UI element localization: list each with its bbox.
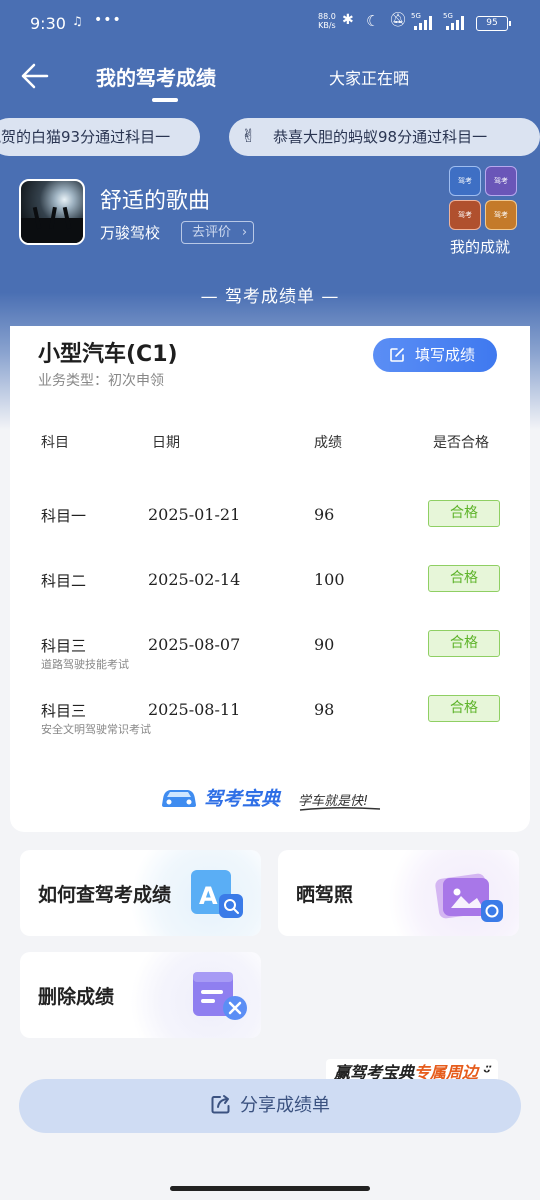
row-date: 2025-02-14 [148, 570, 241, 589]
row-date: 2025-08-11 [148, 700, 241, 719]
pass-badge: 合格 [428, 630, 500, 657]
signal-icon-2 [446, 16, 470, 30]
signal-icon-1 [414, 16, 438, 30]
row-date: 2025-08-07 [148, 635, 241, 654]
search-document-icon: A [191, 870, 243, 918]
active-tab-indicator [152, 98, 178, 102]
car-logo-icon [162, 790, 196, 807]
ticker-item: 祝贺的白猫93分通过科目一 [0, 118, 200, 156]
edit-icon [390, 348, 404, 362]
badge-icon: 驾考 [485, 200, 517, 230]
row-note: 安全文明驾驶常识考试 [41, 723, 151, 736]
share-scores-button[interactable]: 分享成绩单 [19, 1079, 521, 1133]
driving-school-name: 万骏驾校 [100, 224, 161, 242]
bluetooth-icon: ✱ [342, 12, 354, 28]
row-score: 98 [314, 700, 335, 719]
delete-document-icon [193, 972, 247, 1020]
badge-icon: 驾考 [449, 166, 481, 196]
share-icon [211, 1095, 230, 1114]
table-row: 科目三 2025-08-07 90 合格 道路驾驶技能考试 [10, 630, 530, 695]
pass-badge: 合格 [428, 695, 500, 722]
business-type: 业务类型：初次申领 [38, 373, 164, 389]
mute-bell-icon: 🔕︎ [389, 12, 407, 28]
pass-badge: 合格 [428, 500, 500, 527]
header-date: 日期 [152, 435, 180, 451]
header-subject: 科目 [41, 435, 69, 451]
pass-badge: 合格 [428, 565, 500, 592]
row-subject: 科目三 [41, 637, 87, 655]
header-score: 成绩 [314, 435, 342, 451]
tab-my-scores[interactable]: 我的驾考成绩 [96, 62, 216, 91]
achievement-badges[interactable]: 驾考 驾考 驾考 驾考 [449, 166, 519, 230]
nav-header: 我的驾考成绩 大家正在晒 [0, 48, 540, 108]
how-to-check-scores-tile[interactable]: 如何查驾考成绩 A [20, 850, 261, 936]
moon-icon: ☾ [366, 12, 380, 30]
net-speed-unit: KB/s [318, 21, 336, 30]
status-time: 9:30 [30, 14, 66, 33]
battery-icon: 95 [476, 16, 511, 31]
row-subject: 科目一 [41, 507, 87, 525]
badge-icon: 驾考 [485, 166, 517, 196]
notification-icon: ♫ [72, 14, 83, 28]
status-bar: 9:30 ♫ ••• 88.0 KB/s ✱ ☾ 🔕︎ 5G 5G 95 [0, 0, 540, 48]
achievements-label[interactable]: 我的成就 [450, 236, 510, 257]
row-score: 100 [314, 570, 345, 589]
row-subject: 科目三 [41, 702, 87, 720]
tile-label: 晒驾照 [296, 884, 354, 906]
table-row: 科目二 2025-02-14 100 合格 [10, 565, 530, 630]
show-license-tile[interactable]: 晒驾照 [278, 850, 519, 936]
row-score: 96 [314, 505, 335, 524]
net-speed: 88.0 KB/s [318, 12, 336, 30]
review-button-label: 去评价 [192, 225, 232, 240]
score-card: 小型汽车(C1) 业务类型：初次申领 填写成绩 科目 日期 成绩 是否合格 科目… [10, 326, 530, 832]
slogan-underline [299, 806, 381, 811]
row-note: 道路驾驶技能考试 [41, 658, 129, 671]
header-passed: 是否合格 [433, 435, 489, 451]
avatar[interactable] [19, 179, 85, 245]
row-date: 2025-01-21 [148, 505, 241, 524]
home-indicator[interactable] [170, 1186, 370, 1191]
svg-text:A: A [199, 882, 218, 910]
section-title: — 驾考成绩单 — [200, 287, 340, 307]
ticker-item: ✌ 恭喜大胆的蚂蚁98分通过科目一 [229, 118, 540, 156]
badge-icon: 驾考 [449, 200, 481, 230]
back-arrow-icon[interactable] [18, 60, 50, 92]
photo-camera-icon [435, 873, 503, 922]
table-row: 科目一 2025-01-21 96 合格 [10, 500, 530, 565]
share-button-label: 分享成绩单 [240, 1095, 330, 1116]
overflow-dots: ••• [94, 12, 122, 28]
tile-label: 如何查驾考成绩 [38, 884, 172, 906]
brand-name: 驾考宝典 [204, 788, 281, 810]
net-speed-value: 88.0 [318, 12, 336, 21]
tab-everyone-sharing[interactable]: 大家正在晒 [329, 65, 409, 89]
review-button[interactable]: 去评价 › [181, 221, 255, 244]
delete-scores-tile[interactable]: 删除成绩 [20, 952, 261, 1038]
vehicle-type: 小型汽车(C1) [38, 342, 178, 367]
user-name: 舒适的歌曲 [100, 189, 211, 214]
victory-hand-icon: ✌ [241, 126, 257, 147]
table-row: 科目三 2025-08-11 98 合格 安全文明驾驶常识考试 [10, 695, 530, 760]
fill-score-button[interactable]: 填写成绩 [373, 338, 497, 372]
ticker-text: 祝贺的白猫93分通过科目一 [0, 128, 171, 146]
fill-score-label: 填写成绩 [415, 346, 476, 364]
tile-label: 删除成绩 [38, 986, 115, 1008]
ticker-text: 恭喜大胆的蚂蚁98分通过科目一 [273, 128, 488, 146]
row-subject: 科目二 [41, 572, 87, 590]
row-score: 90 [314, 635, 335, 654]
chevron-right-icon: › [241, 225, 248, 240]
brand-logo: 驾考宝典 学车就是快! [160, 782, 390, 814]
